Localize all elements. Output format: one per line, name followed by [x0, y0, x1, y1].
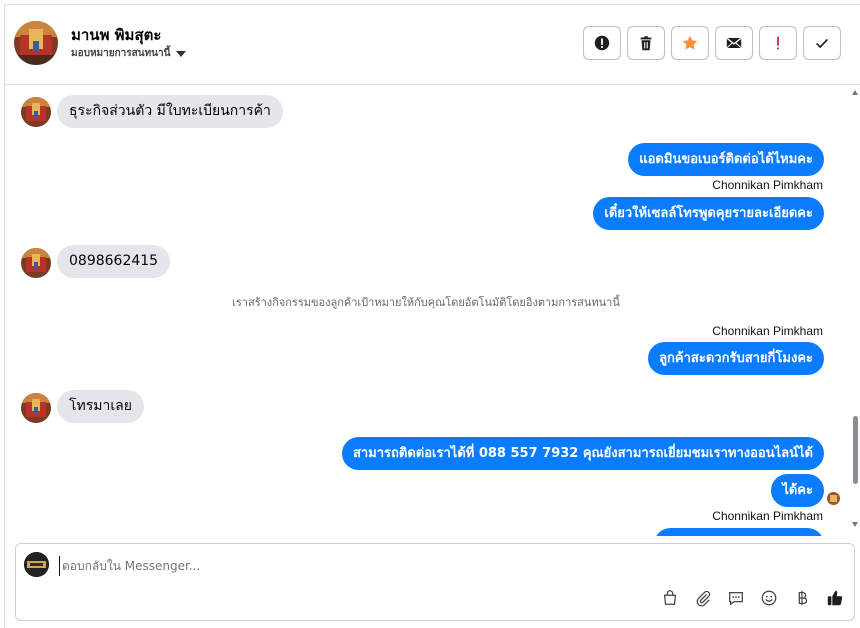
contact-avatar-small: [21, 248, 51, 278]
incoming-message: โทรมาเลย: [57, 390, 144, 423]
scrollbar-thumb[interactable]: [853, 416, 858, 484]
scroll-up-arrow-icon[interactable]: [852, 90, 858, 95]
star-button[interactable]: [671, 26, 709, 60]
delete-button[interactable]: [627, 26, 665, 60]
sender-name: Chonnikan Pimkham: [712, 178, 823, 192]
assign-conversation-dropdown[interactable]: มอบหมายการสนทนานี้: [71, 46, 187, 61]
mark-unread-button[interactable]: [715, 26, 753, 60]
contact-avatar[interactable]: [14, 21, 58, 65]
shopping-bag-icon[interactable]: [660, 588, 679, 607]
composer-toolbar: [660, 588, 844, 607]
incoming-message: ธุระกิจส่วนตัว มีใบทะเบียนการค้า: [57, 95, 283, 128]
outgoing-message: ได้คะ: [771, 474, 824, 507]
mark-done-button[interactable]: [803, 26, 841, 60]
outgoing-message: เดี๋ยวให้เซลล์โทรพูดคุยรายละเอียดคะ: [593, 197, 824, 230]
system-message: เราสร้างกิจกรรมของลูกค้าเป้าหมายให้กับคุ…: [232, 296, 620, 309]
contact-avatar-small: [21, 393, 51, 423]
envelope-icon: [726, 37, 742, 48]
reply-input[interactable]: [59, 556, 759, 576]
outgoing-message: แอดมินขอเบอร์ติดต่อได้ไหมคะ: [628, 143, 824, 176]
contact-name: มานพ พิมสุตะ: [71, 26, 162, 44]
contact-avatar-small: [21, 97, 51, 127]
saved-reply-icon[interactable]: [726, 588, 745, 607]
sender-name: Chonnikan Pimkham: [712, 509, 823, 523]
seen-avatar: [827, 492, 840, 505]
outgoing-message: ลูกค้าสะดวกรับสายกี่โมงคะ: [648, 342, 824, 375]
outgoing-message: สามารถติดต่อเราได้ที่ 088 557 7932 คุณยั…: [341, 437, 824, 470]
exclamation-icon: [777, 36, 779, 50]
message-thread[interactable]: ธุระกิจส่วนตัว มีใบทะเบียนการค้า แอดมินข…: [5, 86, 860, 536]
thread-scrollbar[interactable]: [850, 86, 860, 536]
incoming-message: 0898662415: [57, 245, 171, 278]
alert-circle-icon: [594, 35, 610, 51]
scroll-down-arrow-icon[interactable]: [852, 522, 858, 527]
conversation-actions: [583, 26, 841, 60]
paperclip-icon[interactable]: [693, 588, 712, 607]
conversation-header: มานพ พิมสุตะ มอบหมายการสนทนานี้: [5, 5, 860, 85]
caret-down-icon: [176, 50, 187, 57]
page-avatar: [24, 552, 49, 577]
star-icon: [682, 35, 698, 50]
thumbs-up-icon[interactable]: [825, 588, 844, 607]
emoji-icon[interactable]: [759, 588, 778, 607]
follow-up-button[interactable]: [759, 26, 797, 60]
outgoing-message-partial: [654, 528, 824, 536]
check-icon: [816, 38, 828, 49]
assign-label: มอบหมายการสนทนานี้: [71, 48, 171, 59]
baht-icon[interactable]: [792, 588, 811, 607]
mark-spam-button[interactable]: [583, 26, 621, 60]
reply-composer: [15, 543, 855, 621]
trash-icon: [640, 36, 652, 51]
conversation-panel: มานพ พิมสุตะ มอบหมายการสนทนานี้ ธุระกิจส…: [4, 4, 860, 628]
sender-name: Chonnikan Pimkham: [712, 324, 823, 338]
